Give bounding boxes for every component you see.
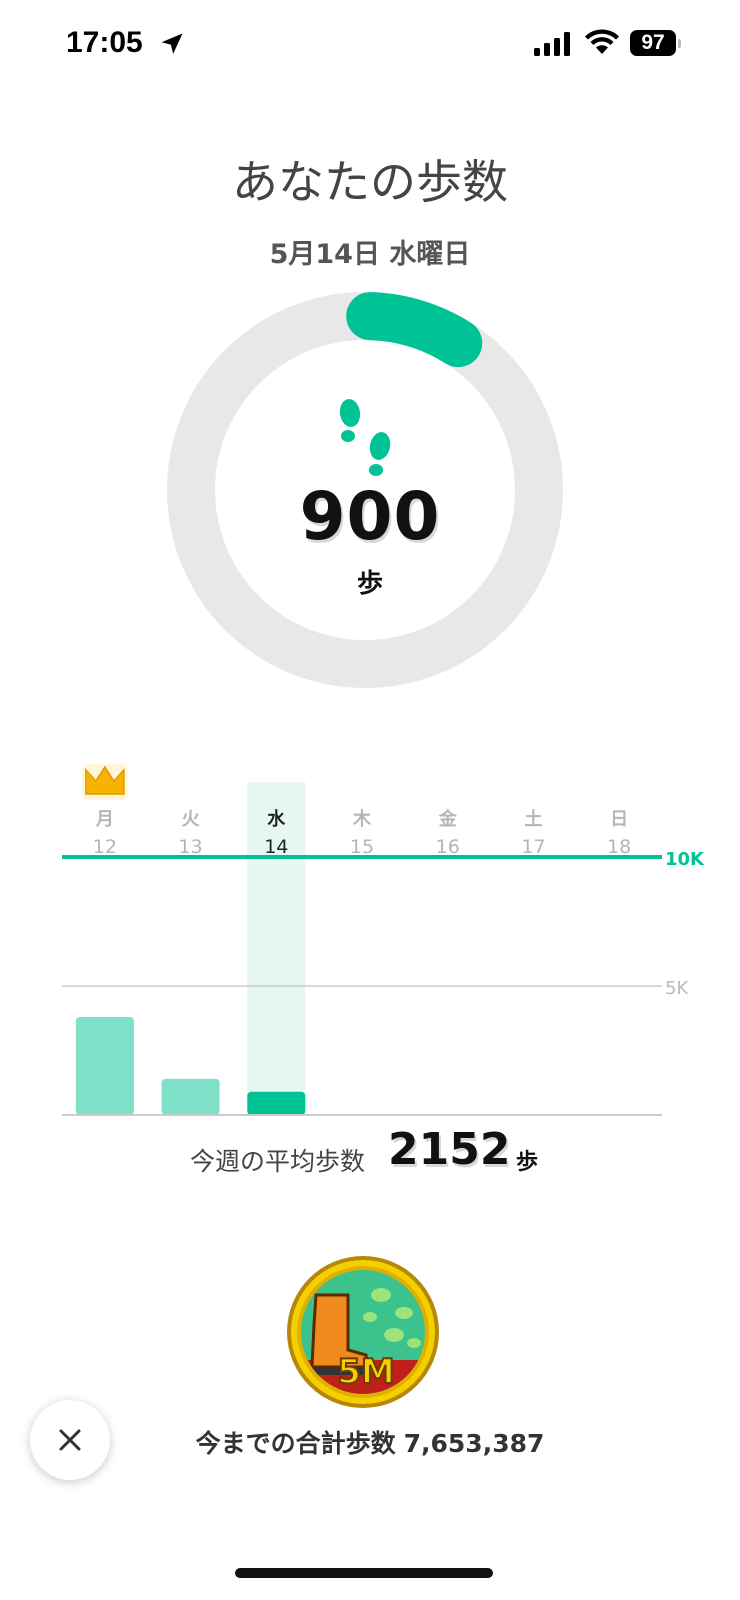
close-icon — [59, 1429, 81, 1451]
ring-progress-arc — [346, 292, 483, 368]
location-arrow-icon — [161, 33, 183, 54]
home-indicator — [235, 1568, 493, 1578]
battery-icon: 97 — [630, 30, 681, 56]
footprints-icon — [339, 399, 391, 476]
date-label[interactable]: 15 — [350, 836, 374, 858]
goal-line-label: 10K — [665, 849, 705, 870]
medal-5m-badge-icon[interactable]: 5M — [286, 1255, 440, 1409]
cellular-signal-icon — [534, 32, 570, 56]
date-label: 5月14日 水曜日 — [269, 239, 471, 270]
date-label[interactable]: 14 — [264, 836, 288, 858]
weekly-average-value: 2152 — [388, 1124, 511, 1175]
wifi-icon — [585, 29, 619, 54]
day-label[interactable]: 木 — [352, 808, 372, 830]
close-button[interactable] — [30, 1400, 110, 1480]
day-label[interactable]: 火 — [182, 809, 201, 830]
day-bar[interactable] — [247, 1091, 306, 1115]
weekly-steps-chart[interactable]: 5K 10K 月 12 火 13 水 14 木 15 金 16 土 17 日 18 — [0, 760, 740, 1140]
battery-level: 97 — [641, 31, 665, 54]
status-bar: 17:05 97 — [0, 0, 740, 90]
weekly-average-label: 今週の平均歩数 — [190, 1147, 366, 1176]
date-label[interactable]: 18 — [607, 836, 631, 858]
date-label[interactable]: 13 — [178, 836, 202, 858]
date-label[interactable]: 16 — [436, 836, 460, 858]
day-bar[interactable] — [161, 1078, 220, 1115]
total-steps-value: 7,653,387 — [403, 1429, 545, 1458]
day-label[interactable]: 土 — [524, 809, 542, 830]
page-title: あなたの歩数 — [232, 155, 508, 209]
weekly-average-unit: 歩 — [516, 1150, 539, 1175]
reference-line-label: 5K — [665, 978, 689, 999]
weekly-average-row: 今週の平均歩数 2152 歩 — [0, 1120, 740, 1190]
day-label[interactable]: 月 — [95, 809, 114, 830]
date-label[interactable]: 17 — [521, 836, 545, 858]
total-steps-label: 今までの合計歩数 — [195, 1429, 396, 1458]
today-step-count: 900 — [299, 478, 441, 555]
step-unit-label: 歩 — [356, 569, 383, 599]
day-label[interactable]: 水 — [267, 808, 286, 830]
total-steps-row: 今までの合計歩数 7,653,387 — [0, 1424, 740, 1460]
crown-icon — [81, 764, 128, 800]
medal-label: 5M — [337, 1352, 395, 1392]
day-label[interactable]: 金 — [438, 808, 458, 830]
date-label[interactable]: 12 — [93, 836, 117, 858]
day-bar[interactable] — [75, 1016, 134, 1115]
status-time: 17:05 — [66, 26, 143, 59]
day-label[interactable]: 日 — [610, 809, 628, 830]
selected-day-highlight — [247, 782, 306, 1115]
